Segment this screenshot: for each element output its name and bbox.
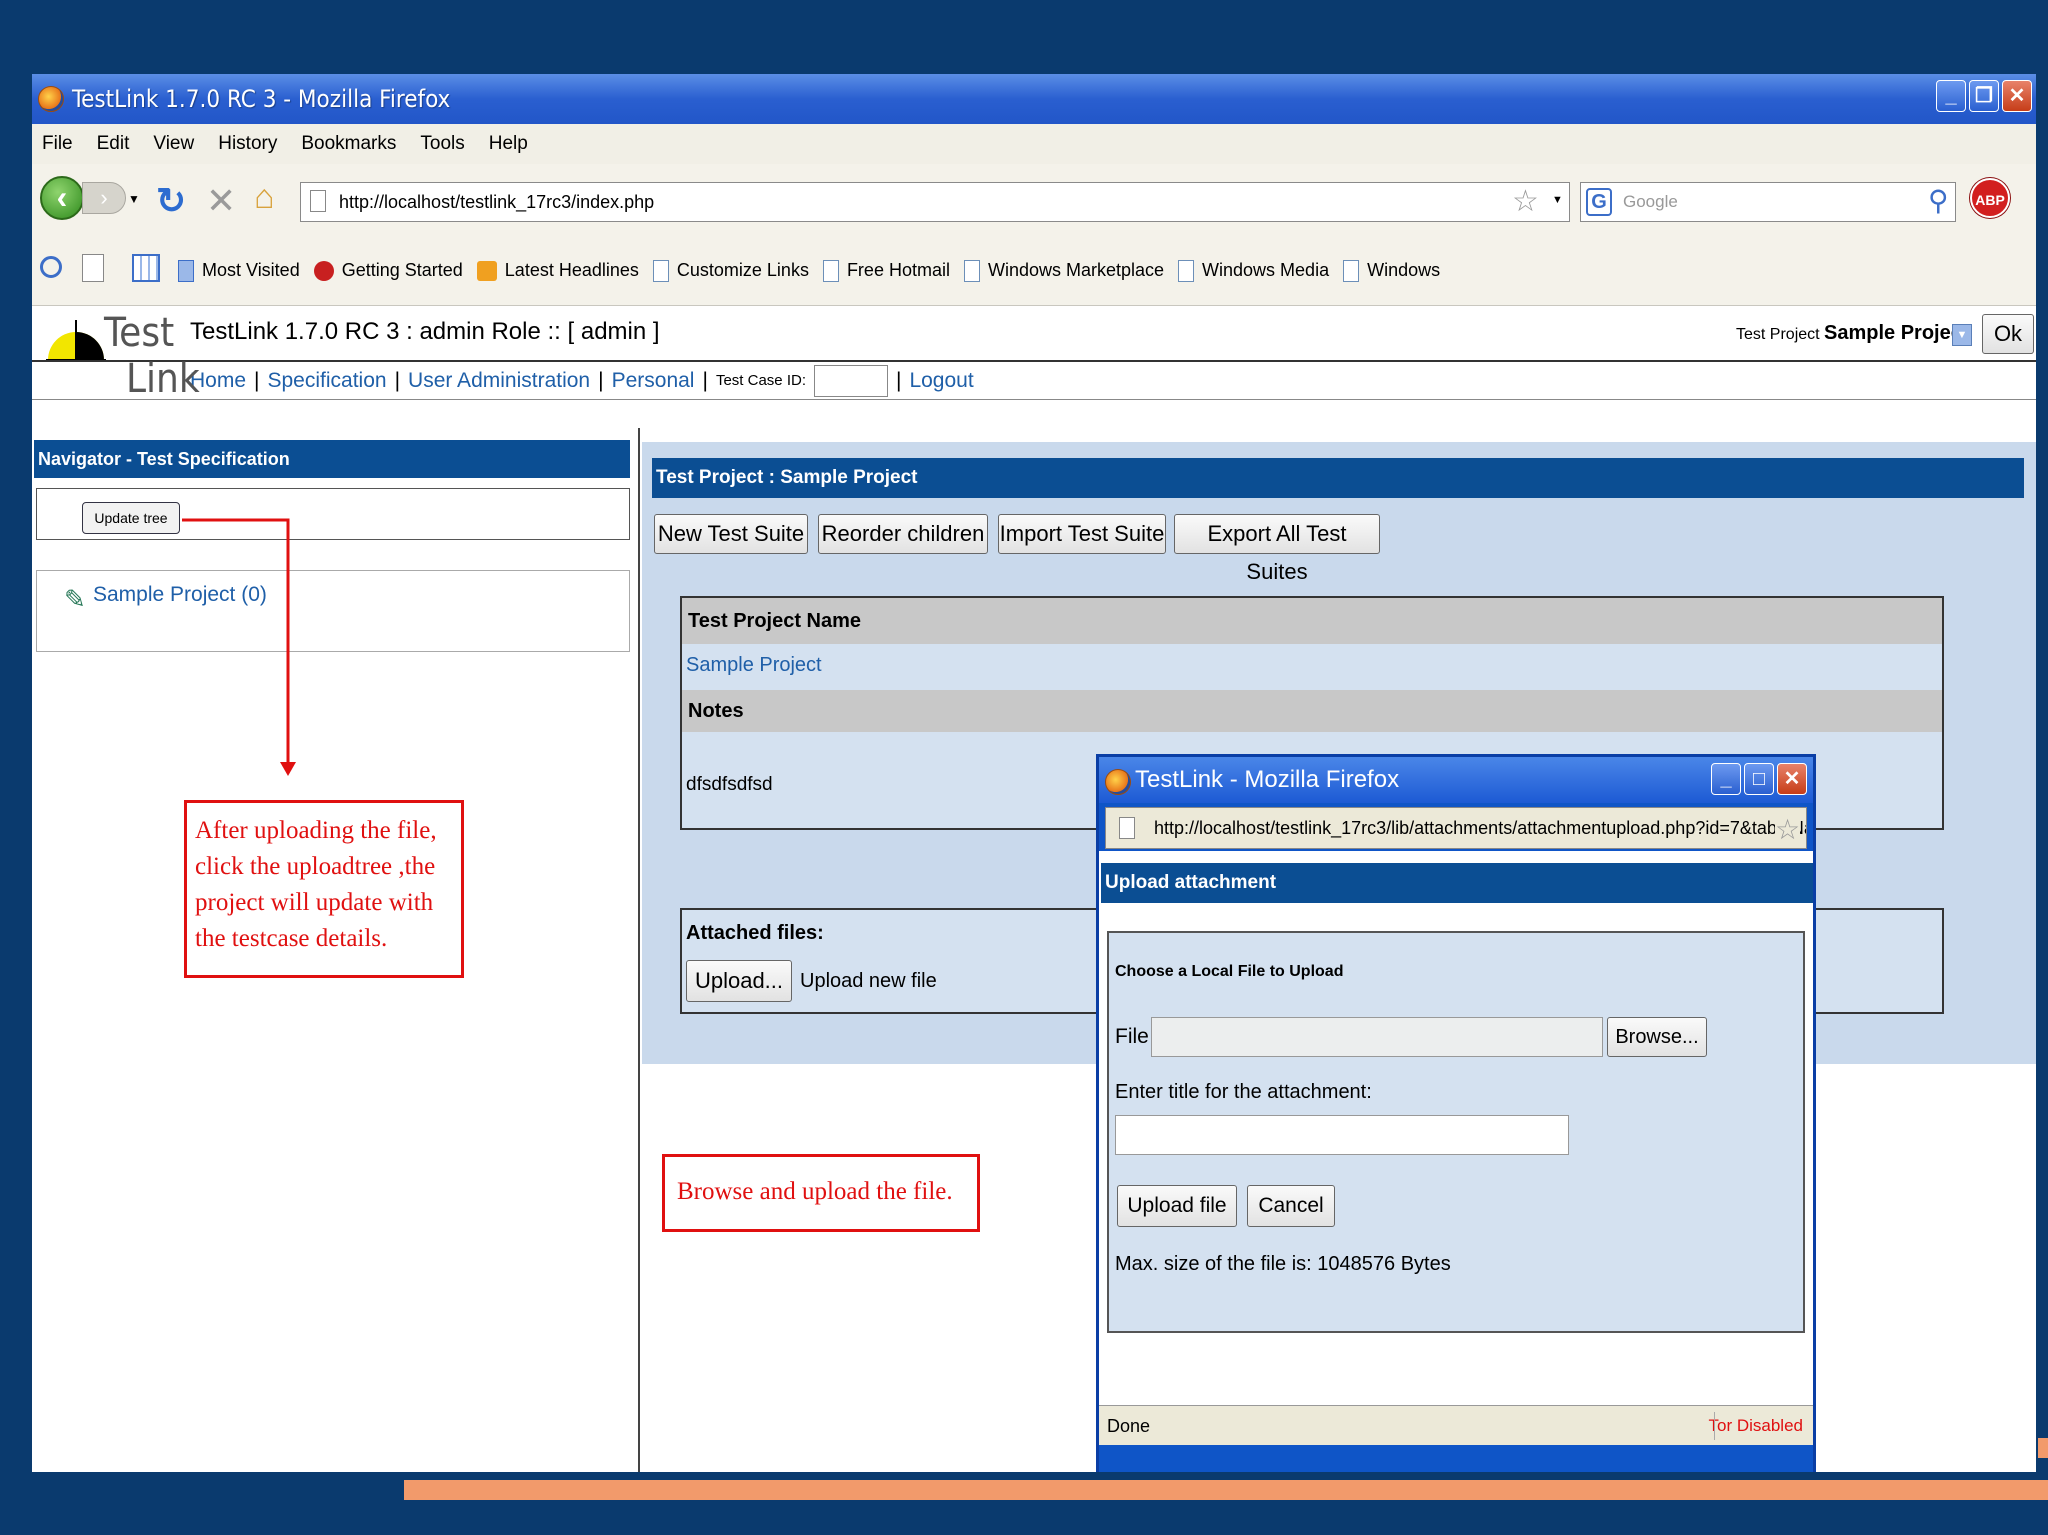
cancel-button[interactable]: Cancel bbox=[1247, 1185, 1335, 1227]
max-size-text: Max. size of the file is: 1048576 Bytes bbox=[1115, 1253, 1451, 1275]
popup-star-icon[interactable]: ☆ bbox=[1775, 813, 1801, 846]
popup-firefox-icon bbox=[1105, 769, 1131, 795]
upload-file-button[interactable]: Upload file bbox=[1117, 1185, 1237, 1227]
upload-popup-window: TestLink - Mozilla Firefox _ □ ✕ http://… bbox=[1096, 754, 1816, 1472]
slide-accent-bar bbox=[404, 1480, 2048, 1500]
popup-title: TestLink - Mozilla Firefox bbox=[1135, 766, 1400, 793]
choose-file-label: Choose a Local File to Upload bbox=[1115, 963, 1344, 980]
firefox-window: TestLink 1.7.0 RC 3 - Mozilla Firefox _ … bbox=[32, 74, 2036, 1472]
file-label: File bbox=[1115, 1025, 1149, 1048]
upload-form: Choose a Local File to Upload File Brows… bbox=[1107, 931, 1805, 1333]
status-done: Done bbox=[1107, 1416, 1151, 1436]
attachment-title-input[interactable] bbox=[1115, 1115, 1569, 1155]
popup-page-icon bbox=[1119, 817, 1135, 839]
attachment-title-label: Enter title for the attachment: bbox=[1115, 1081, 1372, 1103]
popup-maximize-button[interactable]: □ bbox=[1744, 763, 1774, 795]
file-path-input[interactable] bbox=[1151, 1017, 1603, 1057]
popup-status-bar: Done Tor Disabled bbox=[1099, 1405, 1813, 1445]
upload-attachment-header: Upload attachment bbox=[1101, 863, 1813, 903]
browse-button[interactable]: Browse... bbox=[1607, 1017, 1707, 1057]
slide-accent-tick bbox=[2038, 1438, 2048, 1458]
popup-titlebar: TestLink - Mozilla Firefox bbox=[1099, 757, 1813, 803]
popup-close-button[interactable]: ✕ bbox=[1777, 763, 1807, 795]
popup-minimize-button[interactable]: _ bbox=[1711, 763, 1741, 795]
status-tor: Tor Disabled bbox=[1708, 1416, 1804, 1435]
popup-url-bar[interactable]: http://localhost/testlink_17rc3/lib/atta… bbox=[1105, 807, 1807, 849]
